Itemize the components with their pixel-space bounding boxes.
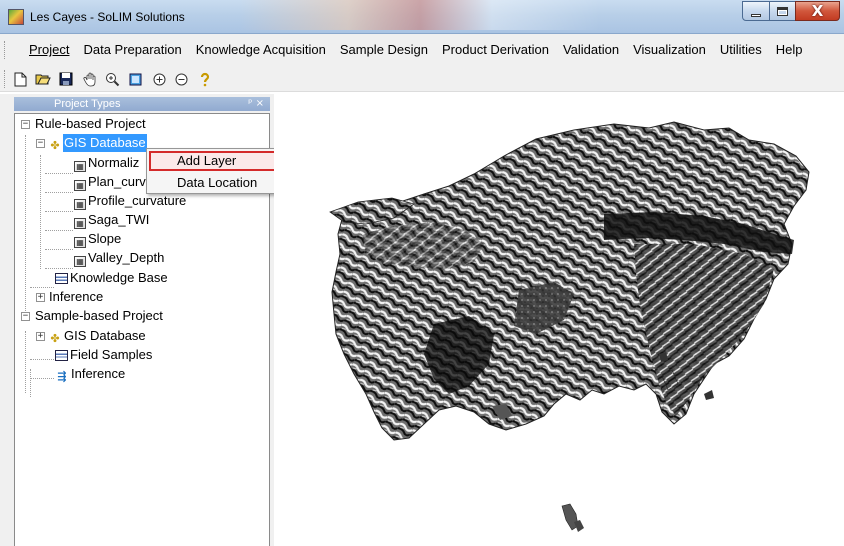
layer-icon: ▦ bbox=[74, 180, 86, 191]
tree-label: Rule-based Project bbox=[35, 116, 146, 131]
zoom-plus-icon[interactable] bbox=[151, 71, 167, 87]
tree-node-layer[interactable]: ▦ Valley_Depth bbox=[74, 249, 165, 267]
menu-grip[interactable] bbox=[4, 41, 7, 59]
close-icon: X bbox=[811, 1, 824, 20]
tree-label: Valley_Depth bbox=[88, 250, 165, 265]
pan-icon[interactable] bbox=[82, 71, 98, 87]
menu-knowledge-acquisition[interactable]: Knowledge Acquisition bbox=[189, 43, 333, 57]
save-icon[interactable] bbox=[58, 71, 74, 87]
tree-line bbox=[45, 173, 73, 174]
menu-validation[interactable]: Validation bbox=[556, 43, 626, 57]
tree-line bbox=[45, 230, 73, 231]
tree-line bbox=[45, 249, 73, 250]
help-icon[interactable] bbox=[197, 71, 213, 87]
tree-node-sample-inference[interactable]: ⇶ Inference bbox=[55, 365, 126, 383]
menu-visualization[interactable]: Visualization bbox=[626, 43, 713, 57]
map-view[interactable] bbox=[274, 94, 844, 546]
tree-node-inference[interactable]: Inference bbox=[48, 288, 104, 306]
new-icon[interactable] bbox=[12, 71, 28, 87]
toolbar bbox=[0, 66, 844, 92]
menu-product-derivation[interactable]: Product Derivation bbox=[435, 43, 556, 57]
menu-items: Project Data Preparation Knowledge Acqui… bbox=[14, 43, 810, 57]
collapse-sample-project[interactable]: − bbox=[21, 312, 30, 321]
menu-bar: Project Data Preparation Knowledge Acqui… bbox=[0, 34, 844, 66]
tree-line bbox=[30, 359, 54, 360]
menu-help[interactable]: Help bbox=[769, 43, 810, 57]
minimize-button[interactable] bbox=[742, 1, 770, 21]
tree-line bbox=[40, 155, 41, 269]
title-bar: Les Cayes - SoLIM Solutions X bbox=[0, 0, 844, 34]
tree-node-layer[interactable]: ▦ Profile_curvature bbox=[74, 192, 187, 210]
tree-node-layer[interactable]: ▦ Plan_curv bbox=[74, 173, 147, 191]
tree-label: Field Samples bbox=[70, 347, 153, 362]
window-title: Les Cayes - SoLIM Solutions bbox=[30, 10, 185, 24]
tree-node-knowledge-base[interactable]: Knowledge Base bbox=[55, 269, 169, 287]
tree-node-field-samples[interactable]: Field Samples bbox=[55, 346, 153, 364]
gis-database-icon: ✤ bbox=[50, 139, 60, 152]
menu-data-preparation[interactable]: Data Preparation bbox=[76, 43, 188, 57]
tree-label: Normaliz bbox=[88, 155, 140, 170]
menu-sample-design[interactable]: Sample Design bbox=[333, 43, 435, 57]
tree-label: GIS Database bbox=[64, 328, 146, 343]
expand-sample-gis-database[interactable]: + bbox=[36, 332, 45, 341]
tree-line bbox=[45, 192, 73, 193]
tree-node-layer[interactable]: ▦ Normaliz bbox=[74, 154, 140, 172]
terrain-map-image bbox=[329, 121, 810, 532]
tree-line bbox=[30, 369, 31, 397]
field-samples-icon bbox=[55, 350, 68, 361]
tree-line bbox=[30, 378, 54, 379]
collapse-gis-database[interactable]: − bbox=[36, 139, 45, 148]
tree-node-rule-project[interactable]: Rule-based Project bbox=[34, 115, 147, 133]
title-bar-background-glare bbox=[240, 0, 600, 30]
layer-icon: ▦ bbox=[74, 218, 86, 229]
full-extent-icon[interactable] bbox=[127, 71, 143, 87]
tree-node-layer[interactable]: ▦ Slope bbox=[74, 230, 122, 248]
tree-label: Sample-based Project bbox=[35, 308, 163, 323]
tree-node-gis-database[interactable]: ✤ GIS Database bbox=[48, 134, 147, 152]
open-icon[interactable] bbox=[35, 71, 51, 87]
tree-node-layer[interactable]: ▦ Saga_TWI bbox=[74, 211, 150, 229]
maximize-icon bbox=[777, 6, 788, 16]
minimize-icon bbox=[751, 13, 761, 17]
tree-label: Inference bbox=[49, 289, 104, 304]
dock-header[interactable]: Project Types ᵖ × bbox=[14, 97, 270, 111]
maximize-button[interactable] bbox=[769, 1, 796, 21]
gis-database-icon: ✤ bbox=[50, 332, 60, 345]
collapse-rule-project[interactable]: − bbox=[21, 120, 30, 129]
tree-label: Inference bbox=[71, 366, 126, 381]
tree-label: Knowledge Base bbox=[70, 270, 168, 285]
layer-icon: ▦ bbox=[74, 161, 86, 172]
layer-icon: ▦ bbox=[74, 199, 86, 210]
dock-title: Project Types bbox=[54, 98, 121, 110]
tree-label: Slope bbox=[88, 231, 122, 246]
knowledge-base-icon bbox=[55, 273, 68, 284]
tree-line bbox=[25, 331, 26, 393]
dock-pin-icon[interactable]: ᵖ × bbox=[248, 97, 264, 111]
layer-icon: ▦ bbox=[74, 237, 86, 248]
inference-icon: ⇶ bbox=[57, 370, 67, 383]
expand-inference[interactable]: + bbox=[36, 293, 45, 302]
menu-project[interactable]: Project bbox=[14, 43, 76, 57]
tree-node-sample-gis-database[interactable]: ✤ GIS Database bbox=[48, 327, 147, 345]
tree-line bbox=[45, 211, 73, 212]
tree-label: GIS Database bbox=[63, 134, 147, 152]
zoom-minus-icon[interactable] bbox=[173, 71, 189, 87]
tree-label: Profile_curvature bbox=[88, 193, 187, 208]
close-button[interactable]: X bbox=[795, 1, 840, 21]
zoom-in-icon[interactable] bbox=[104, 71, 120, 87]
layer-icon: ▦ bbox=[74, 256, 86, 267]
menu-utilities[interactable]: Utilities bbox=[713, 43, 769, 57]
tree-line bbox=[25, 135, 26, 311]
app-icon[interactable] bbox=[8, 9, 24, 25]
tree-label: Plan_curv bbox=[88, 174, 146, 189]
tree-node-sample-project[interactable]: Sample-based Project bbox=[34, 307, 164, 325]
toolbar-grip[interactable] bbox=[4, 70, 7, 88]
tree-label: Saga_TWI bbox=[88, 212, 150, 227]
